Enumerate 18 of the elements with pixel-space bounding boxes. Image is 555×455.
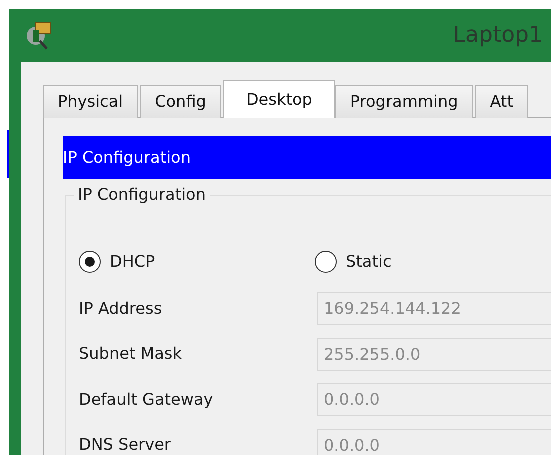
group-legend: IP Configuration [74, 185, 210, 205]
field-label: Default Gateway [79, 388, 214, 411]
radio-label: Static [346, 251, 392, 273]
radio-button[interactable] [315, 251, 337, 273]
section-header: IP Configuration [63, 136, 551, 179]
tab[interactable]: Att [475, 85, 528, 118]
tab[interactable]: Programming [335, 85, 474, 118]
field-label: IP Address [79, 298, 164, 320]
field-label: DNS Server [79, 434, 172, 455]
field-label: Subnet Mask [79, 343, 184, 366]
tab[interactable]: Config [140, 85, 222, 118]
tab[interactable]: Desktop [223, 80, 336, 118]
window-edge [7, 130, 9, 178]
tab[interactable]: Physical [43, 85, 138, 118]
radio-button[interactable] [79, 251, 101, 273]
window-title: Laptop1 [453, 22, 543, 50]
app-logo-icon [25, 20, 53, 50]
radio-label: DHCP [110, 251, 156, 273]
